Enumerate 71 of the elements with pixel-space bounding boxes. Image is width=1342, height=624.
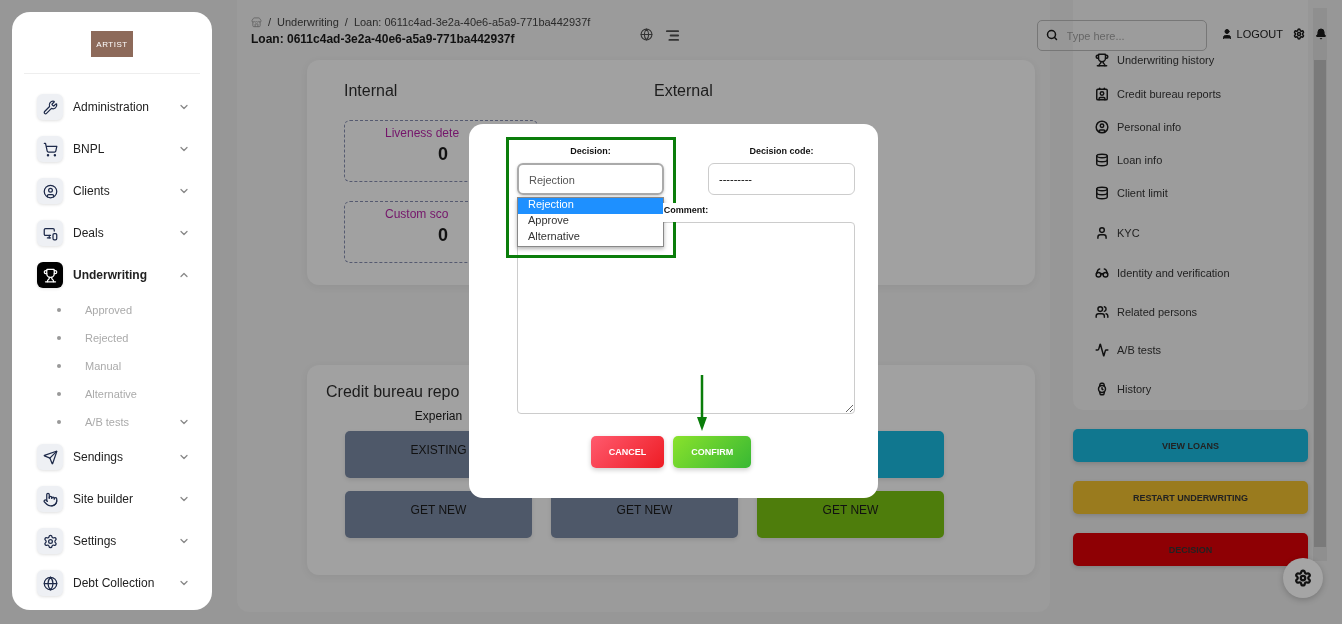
cancel-button[interactable]: CANCEL: [590, 436, 665, 468]
field-label: Decision:: [569, 145, 612, 158]
nav-item[interactable]: Underwriting: [12, 254, 212, 296]
menu-item[interactable]: Client limit: [1095, 176, 1308, 209]
menu-item[interactable]: Related persons: [1095, 289, 1308, 334]
dropdown-option[interactable]: Alternative: [518, 230, 663, 246]
breadcrumb-item: /: [268, 16, 272, 28]
tools-icon: [37, 94, 63, 120]
code-field[interactable]: ---------: [708, 163, 855, 195]
menu-item[interactable]: Loan info: [1095, 143, 1308, 176]
trophy-icon: [37, 262, 63, 288]
action-button[interactable]: RESTART UNDERWRITING: [1073, 481, 1308, 514]
page-title: Loan: 0611c4ad-3e2a-40e6-a5a9-771ba442937f: [251, 32, 516, 46]
send-icon: [37, 444, 63, 470]
settings-icon: [37, 528, 63, 554]
activity-icon: [1095, 343, 1109, 357]
nav-item[interactable]: Sendings: [12, 436, 212, 478]
arrow: [697, 375, 707, 431]
nav-item[interactable]: BNPL: [12, 128, 212, 170]
settings-icon[interactable]: [1293, 28, 1305, 40]
dropdown-option[interactable]: Rejection: [518, 198, 663, 214]
column-title: External: [654, 82, 714, 100]
user-icon: [1220, 28, 1233, 40]
monitor-icon: [37, 220, 63, 246]
nav-item[interactable]: Administration: [12, 86, 212, 128]
field-label: Decision code:: [748, 145, 815, 158]
settings-button[interactable]: [1283, 558, 1323, 598]
cart-icon: [37, 136, 63, 162]
users-icon: [1095, 304, 1109, 319]
nav-item[interactable]: Site builder: [12, 478, 212, 520]
menu-item[interactable]: Identity and verification: [1095, 256, 1308, 289]
logo[interactable]: ARTIST: [91, 31, 133, 57]
contact-card-icon: [1095, 86, 1109, 101]
menu-icon[interactable]: [665, 28, 681, 43]
menu-item[interactable]: Personal info: [1095, 110, 1308, 143]
globe-icon[interactable]: [640, 28, 654, 41]
report-button[interactable]: GET NEW: [757, 491, 944, 538]
watch-icon: [1095, 382, 1109, 396]
menu-item[interactable]: Credit bureau reports: [1095, 77, 1308, 110]
trophy-icon: [1095, 53, 1109, 67]
breadcrumb-item: /: [344, 16, 348, 28]
bell-icon[interactable]: [1315, 28, 1327, 40]
database-icon: [1095, 185, 1109, 200]
field-label: Comment:: [662, 203, 710, 222]
search-icon: [1045, 29, 1058, 41]
dropdown-option[interactable]: Approve: [518, 214, 663, 230]
menu-item[interactable]: KYC: [1095, 209, 1308, 256]
section-title: Credit bureau repo: [326, 383, 460, 401]
nav-item[interactable]: Settings: [12, 520, 212, 562]
nav-item[interactable]: Clients: [12, 170, 212, 212]
breadcrumb-item[interactable]: Loan: 0611c4ad-3e2a-40e6-a5a9-771ba442937f: [353, 16, 591, 28]
user-circle-icon: [1095, 119, 1109, 134]
pointer-icon: [37, 486, 63, 512]
nav-item[interactable]: Debt Collection: [12, 562, 212, 604]
gear-icon: [1294, 569, 1312, 587]
decision-select[interactable]: Rejection: [517, 163, 664, 195]
column-title: Internal: [344, 82, 399, 100]
score-value: 0: [438, 144, 449, 165]
glasses-icon: [1095, 265, 1109, 280]
provider-label: Experian: [413, 409, 464, 423]
score-label: Liveness dete: [385, 126, 461, 140]
scrollbar[interactable]: [1313, 8, 1327, 561]
globe-icon: [37, 570, 63, 596]
menu-item[interactable]: A/B tests: [1095, 334, 1308, 366]
nav-item[interactable]: Deals: [12, 212, 212, 254]
menu-item[interactable]: History: [1095, 366, 1308, 412]
breadcrumb-item[interactable]: Underwriting: [277, 16, 339, 28]
database-icon: [1095, 152, 1109, 167]
logout-link[interactable]: LOGOUT: [1220, 28, 1283, 40]
action-button[interactable]: VIEW LOANS: [1073, 429, 1308, 462]
user-icon: [1095, 225, 1109, 240]
